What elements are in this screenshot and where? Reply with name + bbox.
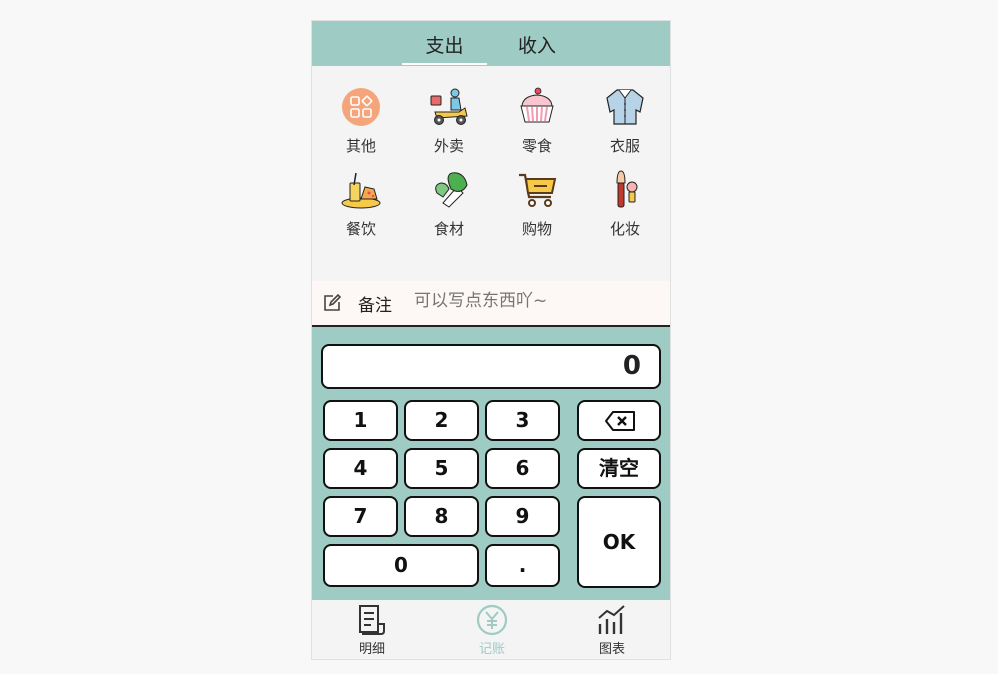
app-window: 支出 收入 其他 外卖 零食 衣服 餐饮 食材 购物 化妆 备注 可以写点东西吖… — [311, 20, 671, 660]
cupcake-icon — [520, 87, 554, 123]
amount-display: 0 — [321, 344, 661, 389]
shirt-icon — [606, 89, 644, 125]
yuan-circle-icon — [476, 604, 508, 636]
category-clothes[interactable]: 衣服 — [585, 86, 665, 161]
memo-bar: 备注 — [312, 281, 670, 327]
ok-button[interactable]: OK — [577, 496, 661, 588]
key-3[interactable]: 3 — [485, 400, 560, 441]
category-other[interactable]: 其他 — [321, 86, 401, 161]
category-dining[interactable]: 餐饮 — [321, 169, 401, 244]
key-8[interactable]: 8 — [404, 496, 479, 537]
document-list-icon — [359, 605, 385, 635]
category-snack[interactable]: 零食 — [497, 86, 577, 161]
type-tabs: 支出 收入 — [312, 21, 670, 66]
category-ingredients[interactable]: 食材 — [409, 169, 489, 244]
category-shopping[interactable]: 购物 — [497, 169, 577, 244]
nav-label: 图表 — [598, 642, 625, 657]
tab-income[interactable]: 收入 — [492, 21, 582, 66]
memo-input[interactable] — [414, 291, 654, 311]
category-label: 餐饮 — [345, 220, 376, 238]
nav-label: 明细 — [358, 642, 385, 657]
category-label: 外卖 — [433, 137, 464, 155]
bar-chart-icon — [598, 605, 625, 634]
clear-button[interactable]: 清空 — [577, 448, 661, 489]
backspace-icon — [605, 411, 635, 431]
category-grid: 其他 外卖 零食 衣服 餐饮 食材 购物 化妆 — [312, 66, 670, 281]
keypad: 0 1 2 3 4 5 6 清空 7 8 9 OK 0 . — [312, 327, 670, 600]
category-label: 购物 — [521, 220, 552, 238]
backspace-button[interactable] — [577, 400, 661, 441]
key-1[interactable]: 1 — [323, 400, 398, 441]
key-4[interactable]: 4 — [323, 448, 398, 489]
key-2[interactable]: 2 — [404, 400, 479, 441]
bottom-nav: 明细 记账 图表 — [312, 600, 670, 659]
memo-label: 备注 — [358, 296, 392, 316]
tab-expense[interactable]: 支出 — [402, 21, 487, 66]
key-9[interactable]: 9 — [485, 496, 560, 537]
category-makeup[interactable]: 化妆 — [585, 169, 665, 244]
meal-icon — [341, 172, 381, 209]
category-label: 食材 — [433, 220, 464, 238]
nav-bookkeeping[interactable]: 记账 — [442, 600, 542, 659]
category-label: 零食 — [521, 137, 552, 155]
delivery-scooter-icon — [430, 88, 468, 125]
category-label: 衣服 — [609, 137, 640, 155]
key-5[interactable]: 5 — [404, 448, 479, 489]
edit-icon — [324, 293, 342, 311]
category-label: 化妆 — [609, 220, 640, 238]
active-tab-indicator — [402, 63, 487, 65]
key-6[interactable]: 6 — [485, 448, 560, 489]
key-0[interactable]: 0 — [323, 544, 479, 587]
other-icon — [342, 88, 380, 126]
key-dot[interactable]: . — [485, 544, 560, 587]
category-delivery[interactable]: 外卖 — [409, 86, 489, 161]
nav-charts[interactable]: 图表 — [562, 600, 662, 659]
nav-label: 记账 — [478, 642, 505, 657]
category-label: 其他 — [345, 137, 376, 155]
makeup-brush-icon — [616, 170, 638, 208]
vegetable-icon — [435, 172, 468, 208]
shopping-cart-icon — [519, 173, 557, 207]
nav-details[interactable]: 明细 — [322, 600, 422, 659]
key-7[interactable]: 7 — [323, 496, 398, 537]
